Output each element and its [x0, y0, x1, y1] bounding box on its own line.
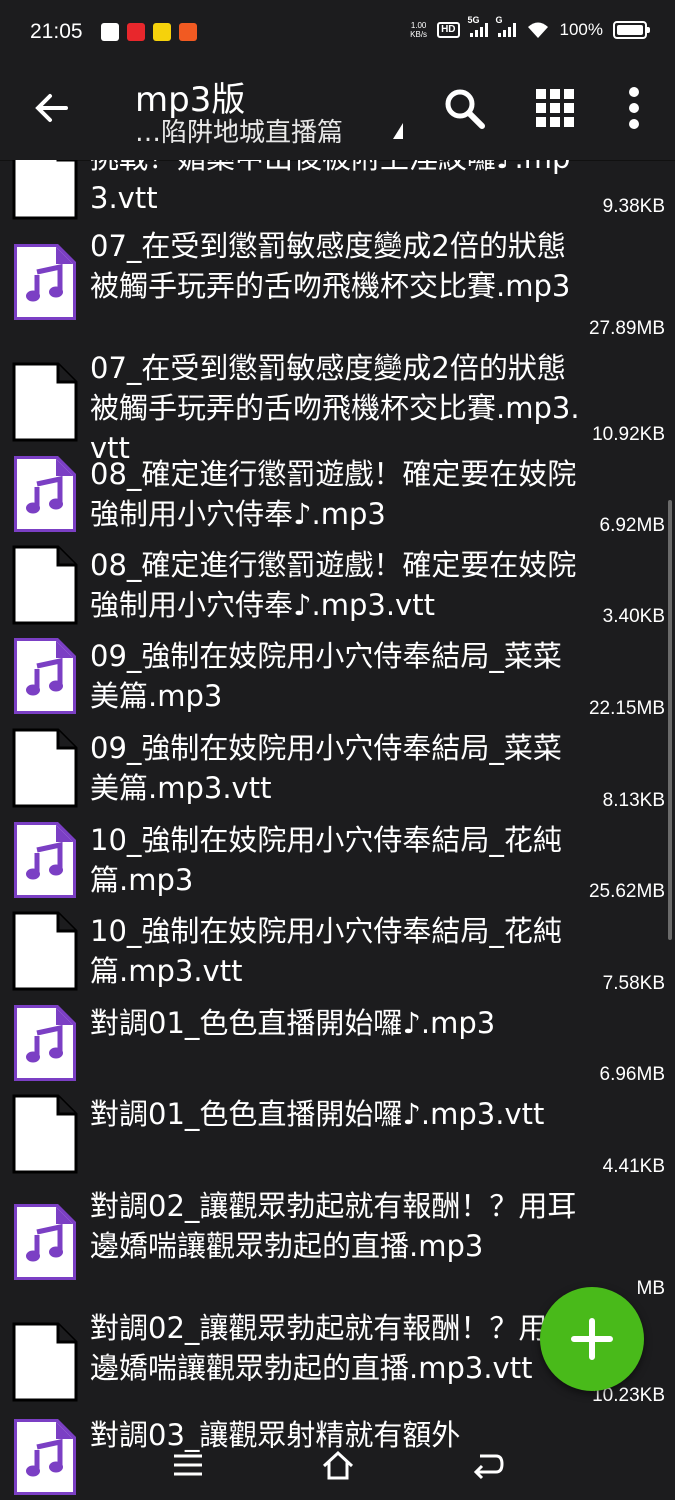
file-name: 對調02_讓觀眾勃起就有報酬！？用耳邊嬌喘讓觀眾勃起的直播.mp3.vtt	[90, 1311, 577, 1385]
file-size: 3.40KB	[602, 606, 665, 627]
music-note-icon[interactable]	[12, 1202, 78, 1282]
dropdown-caret-icon[interactable]	[393, 123, 403, 139]
file-name: 09_強制在妓院用小穴侍奉結局_菜菜美篇.mp3	[90, 639, 562, 713]
document-icon[interactable]	[12, 362, 78, 442]
home-icon	[322, 1450, 354, 1480]
music-note-icon[interactable]	[12, 636, 78, 716]
grid-view-icon	[536, 89, 574, 127]
signal-5g-icon: 5G	[468, 15, 488, 37]
file-size: 4.41KB	[602, 1156, 665, 1177]
notification-check-icon	[101, 23, 119, 41]
notification-icons	[101, 23, 197, 41]
file-size: 27.89MB	[588, 318, 665, 339]
signal-sim2-icon: G	[496, 15, 516, 37]
file-name: 09_強制在妓院用小穴侍奉結局_菜菜美篇.mp3.vtt	[90, 731, 562, 805]
file-size: 25.62MB	[588, 881, 665, 902]
music-note-icon[interactable]	[12, 1003, 78, 1083]
search-button[interactable]	[438, 82, 490, 134]
document-icon[interactable]	[12, 1094, 78, 1174]
battery-percent: 100%	[559, 20, 603, 39]
file-row[interactable]: 09_強制在妓院用小穴侍奉結局_菜菜美篇.mp3 22.15MB	[0, 632, 675, 724]
file-row[interactable]: 對調02_讓觀眾勃起就有報酬！？用耳邊嬌喘讓觀眾勃起的直播.mp3 MB	[0, 1182, 675, 1304]
file-size: 8.13KB	[602, 790, 665, 811]
nav-back-icon	[473, 1454, 504, 1480]
app-toolbar: mp3版 …陷阱地城直播篇	[0, 70, 675, 161]
file-size: 7.58KB	[602, 973, 665, 994]
scrollbar[interactable]	[668, 500, 672, 940]
file-size: 9.38KB	[602, 196, 665, 217]
file-size: MB	[636, 1278, 666, 1299]
nav-home-button[interactable]	[308, 1440, 368, 1490]
file-name: 07_在受到懲罰敏感度變成2倍的狀態被觸手玩弄的舌吻飛機杯交比賽.mp3	[90, 229, 571, 303]
file-name: 挑戰！媚藥中出後被附上淫紋囉♪.mp3.vtt	[90, 160, 570, 215]
file-name: 10_強制在妓院用小穴侍奉結局_花純篇.mp3	[90, 823, 562, 897]
status-time: 21:05	[30, 20, 83, 43]
file-name: 08_確定進行懲罰遊戲！確定要在妓院強制用小穴侍奉♪.mp3	[90, 457, 577, 531]
notification-app-icon	[127, 23, 145, 41]
file-size: 6.96MB	[599, 1064, 665, 1085]
network-speed: 1.00 KB/s	[410, 21, 428, 39]
document-icon[interactable]	[12, 911, 78, 991]
music-note-icon[interactable]	[12, 820, 78, 900]
more-options-button[interactable]	[608, 82, 660, 134]
document-icon[interactable]	[12, 160, 78, 220]
file-size: 10.92KB	[592, 424, 665, 445]
arrow-back-icon	[35, 94, 68, 122]
wifi-icon	[527, 22, 548, 38]
file-row[interactable]: 08_確定進行懲罰遊戲！確定要在妓院強制用小穴侍奉♪.mp3.vtt 3.40KB	[0, 541, 675, 632]
file-name: 08_確定進行懲罰遊戲！確定要在妓院強制用小穴侍奉♪.mp3.vtt	[90, 548, 577, 622]
file-name: 對調01_色色直播開始囉♪.mp3	[90, 1006, 496, 1040]
file-row[interactable]: 09_強制在妓院用小穴侍奉結局_菜菜美篇.mp3.vtt 8.13KB	[0, 724, 675, 816]
status-bar: 21:05 1.00 KB/s HD 5G G 100%	[0, 0, 675, 70]
nav-menu-button[interactable]	[158, 1440, 218, 1490]
file-row[interactable]: 挑戰！媚藥中出後被附上淫紋囉♪.mp3.vtt 9.38KB	[0, 160, 675, 222]
hd-voice-icon: HD	[437, 22, 460, 38]
plus-icon	[571, 1318, 613, 1360]
file-row[interactable]: 07_在受到懲罰敏感度變成2倍的狀態被觸手玩弄的舌吻飛機杯交比賽.mp3.vtt…	[0, 344, 675, 465]
file-row[interactable]: 07_在受到懲罰敏感度變成2倍的狀態被觸手玩弄的舌吻飛機杯交比賽.mp3 27.8…	[0, 222, 675, 344]
back-button[interactable]	[30, 86, 74, 130]
search-icon	[445, 89, 485, 129]
document-icon[interactable]	[12, 728, 78, 808]
notification-taobao-icon	[179, 23, 197, 41]
file-size: 6.92MB	[599, 515, 665, 536]
nav-back-button[interactable]	[458, 1440, 518, 1490]
music-note-icon[interactable]	[12, 454, 78, 534]
file-name: 對調01_色色直播開始囉♪.mp3.vtt	[90, 1097, 545, 1131]
file-row[interactable]: 對調01_色色直播開始囉♪.mp3.vtt 4.41KB	[0, 1090, 675, 1182]
menu-icon	[174, 1454, 202, 1476]
notification-app-icon	[153, 23, 171, 41]
file-name: 10_強制在妓院用小穴侍奉結局_花純篇.mp3.vtt	[90, 914, 562, 988]
grid-view-button[interactable]	[529, 82, 581, 134]
add-fab-button[interactable]	[540, 1287, 644, 1391]
folder-path-dropdown[interactable]: …陷阱地城直播篇	[135, 112, 343, 149]
file-row[interactable]: 10_強制在妓院用小穴侍奉結局_花純篇.mp3.vtt 7.58KB	[0, 907, 675, 999]
file-row[interactable]: 08_確定進行懲罰遊戲！確定要在妓院強制用小穴侍奉♪.mp3 6.92MB	[0, 450, 675, 541]
file-size: 22.15MB	[588, 698, 665, 719]
more-vert-icon	[629, 87, 639, 129]
file-row[interactable]: 對調01_色色直播開始囉♪.mp3 6.96MB	[0, 999, 675, 1090]
file-name: 對調02_讓觀眾勃起就有報酬！？用耳邊嬌喘讓觀眾勃起的直播.mp3	[90, 1189, 577, 1263]
system-nav-bar	[0, 1440, 675, 1500]
document-icon[interactable]	[12, 1322, 78, 1402]
status-indicators: 1.00 KB/s HD 5G G 100%	[410, 15, 650, 40]
file-row[interactable]: 10_強制在妓院用小穴侍奉結局_花純篇.mp3 25.62MB	[0, 816, 675, 907]
document-icon[interactable]	[12, 545, 78, 625]
music-note-icon[interactable]	[12, 242, 78, 322]
battery-icon	[613, 21, 650, 39]
